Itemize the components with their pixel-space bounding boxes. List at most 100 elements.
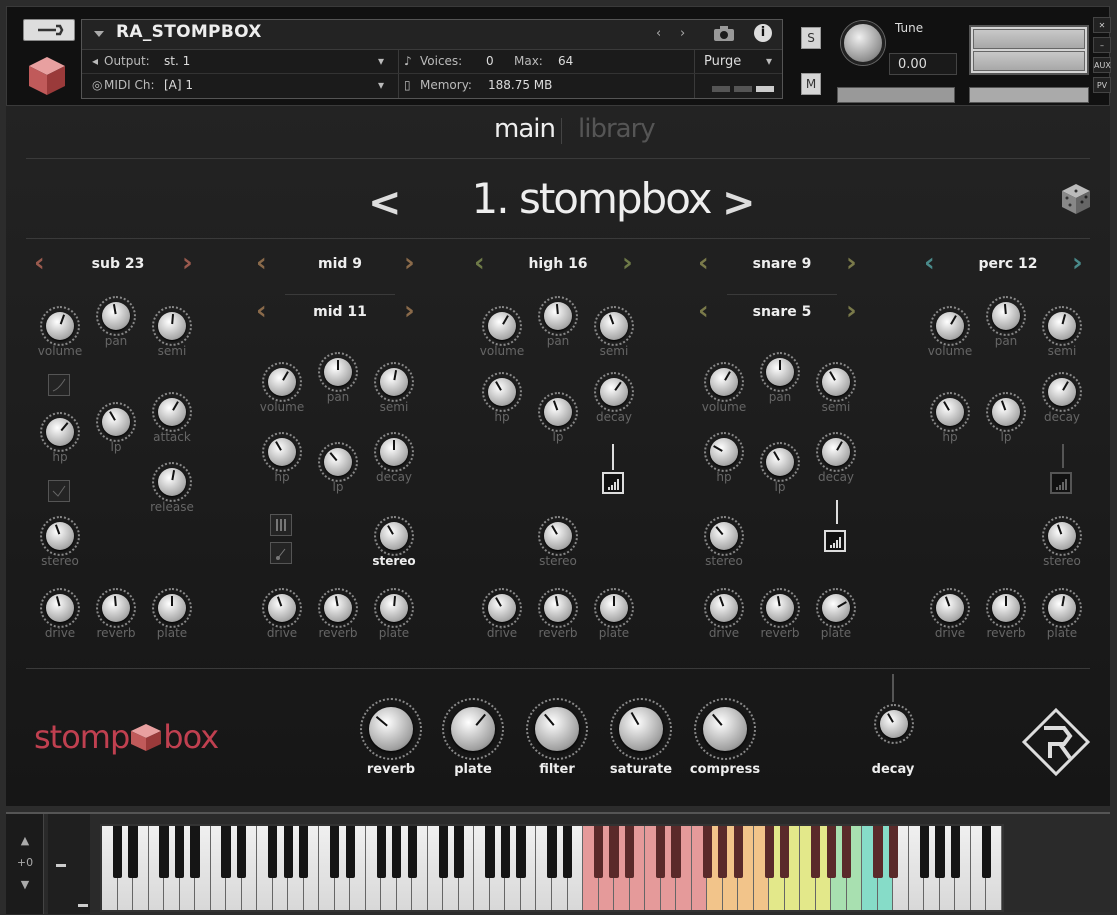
decay-knob[interactable]	[374, 432, 414, 472]
semi-knob[interactable]	[594, 306, 634, 346]
sample-name[interactable]: snare 5	[727, 304, 837, 320]
black-key[interactable]	[438, 826, 449, 878]
drive-knob[interactable]	[704, 588, 744, 628]
reverb-knob[interactable]	[986, 588, 1026, 628]
decay-knob[interactable]	[594, 372, 634, 412]
stereo-knob[interactable]	[40, 516, 80, 556]
master-filter-knob[interactable]	[526, 698, 588, 760]
black-key[interactable]	[888, 826, 899, 878]
black-key[interactable]	[609, 826, 619, 878]
semi-knob[interactable]	[152, 306, 192, 346]
sample-name[interactable]: mid 11	[285, 304, 395, 320]
octave-up-icon[interactable]: ▲	[6, 834, 44, 847]
drive-knob[interactable]	[262, 588, 302, 628]
info-icon[interactable]: i	[754, 24, 772, 42]
octave-down-icon[interactable]: ▼	[6, 878, 44, 891]
next-sample-arrow-icon[interactable]: ›	[404, 296, 415, 326]
black-key[interactable]	[376, 826, 386, 878]
semi-knob[interactable]	[816, 362, 856, 402]
midi-channel-value[interactable]: [A] 1	[164, 78, 193, 92]
next-instrument-icon[interactable]: ›	[680, 26, 685, 41]
mid-bars-toggle[interactable]	[270, 514, 292, 536]
black-key[interactable]	[562, 826, 573, 878]
master-decay-knob[interactable]	[874, 704, 914, 744]
volume-slider[interactable]	[969, 87, 1089, 103]
black-key[interactable]	[733, 826, 743, 878]
black-key[interactable]	[981, 826, 992, 878]
prev-kit-arrow-icon[interactable]: <	[368, 180, 402, 226]
pan-knob[interactable]	[318, 352, 358, 392]
drive-knob[interactable]	[40, 588, 80, 628]
black-key[interactable]	[268, 826, 278, 878]
hp-knob[interactable]	[930, 392, 970, 432]
black-key[interactable]	[237, 826, 247, 878]
sample-name[interactable]: mid 9	[285, 256, 395, 272]
reverb-knob[interactable]	[96, 588, 136, 628]
reverb-knob[interactable]	[760, 588, 800, 628]
black-key[interactable]	[842, 826, 852, 878]
lp-knob[interactable]	[96, 402, 136, 442]
pan-knob[interactable]	[538, 296, 578, 336]
black-key[interactable]	[547, 826, 557, 878]
tab-main[interactable]: main	[494, 114, 556, 144]
black-key[interactable]	[873, 826, 883, 878]
purge-button[interactable]: Purge	[704, 54, 741, 69]
prev-sample-arrow-icon[interactable]: ‹	[698, 296, 709, 326]
volume-knob[interactable]	[40, 306, 80, 346]
master-reverb-knob[interactable]	[360, 698, 422, 760]
tune-value[interactable]: 0.00	[889, 53, 957, 75]
perc-velocity-bars-button[interactable]	[1050, 472, 1072, 494]
mute-button[interactable]: M	[801, 73, 821, 95]
minimize-icon[interactable]: –	[1093, 37, 1111, 53]
plate-knob[interactable]	[374, 588, 414, 628]
semi-knob[interactable]	[374, 362, 414, 402]
plate-knob[interactable]	[816, 588, 856, 628]
sample-name[interactable]: high 16	[503, 256, 613, 272]
volume-knob[interactable]	[482, 306, 522, 346]
black-key[interactable]	[826, 826, 836, 878]
black-key[interactable]	[174, 826, 185, 878]
prev-sample-arrow-icon[interactable]: ‹	[698, 248, 709, 278]
release-knob[interactable]	[152, 462, 192, 502]
envelope-check-toggle[interactable]	[48, 480, 70, 502]
next-sample-arrow-icon[interactable]: ›	[846, 296, 857, 326]
black-key[interactable]	[950, 826, 961, 878]
black-key[interactable]	[811, 826, 821, 878]
tab-library[interactable]: library	[578, 114, 656, 144]
volume-knob[interactable]	[262, 362, 302, 402]
lp-knob[interactable]	[538, 392, 578, 432]
black-key[interactable]	[159, 826, 169, 878]
plate-knob[interactable]	[594, 588, 634, 628]
snare-velocity-bars-button[interactable]	[824, 530, 846, 552]
output-dropdown-icon[interactable]: ▾	[378, 54, 384, 68]
black-key[interactable]	[407, 826, 417, 878]
prev-sample-arrow-icon[interactable]: ‹	[256, 248, 267, 278]
next-sample-arrow-icon[interactable]: ›	[404, 248, 415, 278]
stereo-knob[interactable]	[538, 516, 578, 556]
midi-dropdown-icon[interactable]: ▾	[378, 78, 384, 92]
sample-name[interactable]: perc 12	[953, 256, 1063, 272]
master-plate-knob[interactable]	[442, 698, 504, 760]
black-key[interactable]	[330, 826, 340, 878]
pitch-mod-wheels[interactable]	[48, 814, 90, 914]
black-key[interactable]	[485, 826, 495, 878]
sample-name[interactable]: snare 9	[727, 256, 837, 272]
prev-instrument-icon[interactable]: ‹	[656, 26, 661, 41]
next-sample-arrow-icon[interactable]: ›	[1072, 248, 1083, 278]
aux-button[interactable]: AUX	[1093, 57, 1111, 73]
black-key[interactable]	[671, 826, 681, 878]
hp-knob[interactable]	[40, 412, 80, 452]
black-key[interactable]	[392, 826, 402, 878]
black-key[interactable]	[283, 826, 293, 878]
camera-icon[interactable]	[712, 24, 736, 42]
next-sample-arrow-icon[interactable]: ›	[182, 248, 193, 278]
master-compress-knob[interactable]	[694, 698, 756, 760]
black-key[interactable]	[780, 826, 790, 878]
output-value[interactable]: st. 1	[164, 54, 190, 68]
drive-knob[interactable]	[930, 588, 970, 628]
attack-knob[interactable]	[152, 392, 192, 432]
hp-knob[interactable]	[482, 372, 522, 412]
lp-knob[interactable]	[760, 442, 800, 482]
black-key[interactable]	[718, 826, 728, 878]
lp-knob[interactable]	[986, 392, 1026, 432]
